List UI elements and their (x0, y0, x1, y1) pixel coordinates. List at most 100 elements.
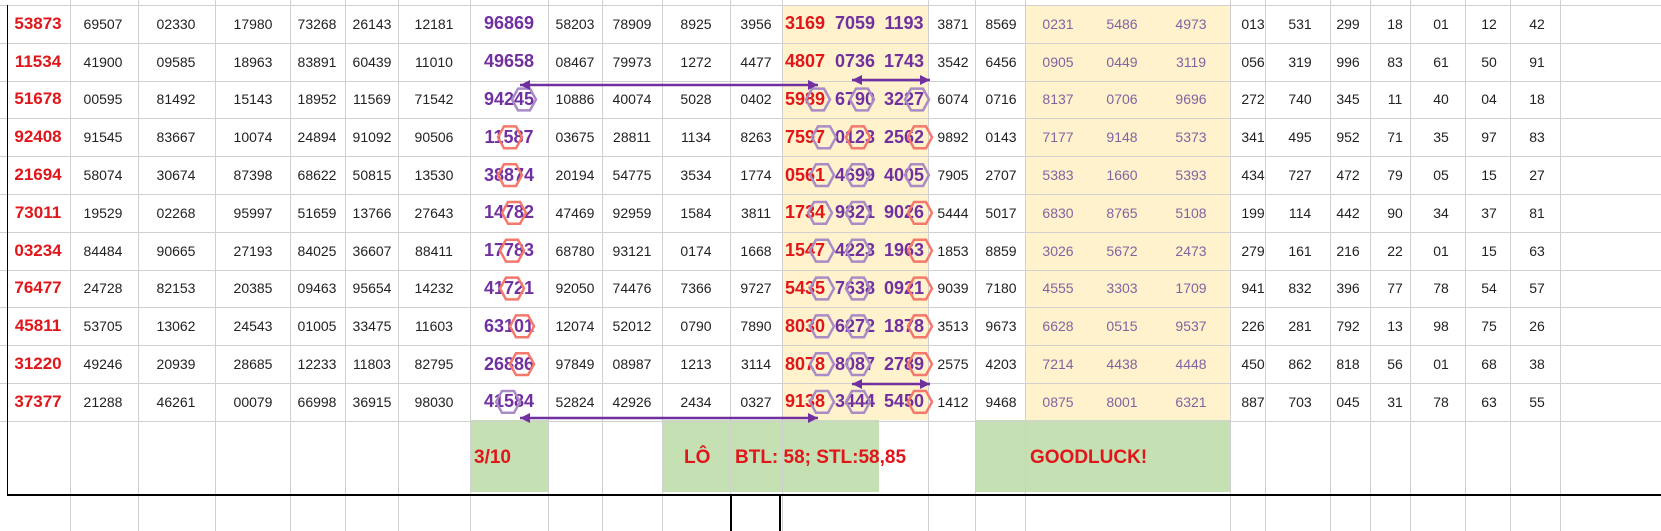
table-cell[interactable]: 38874 (474, 156, 544, 194)
table-cell[interactable]: 6830 (1023, 194, 1093, 232)
table-cell[interactable]: 49246 (68, 345, 138, 383)
table-cell[interactable]: 69507 (68, 5, 138, 43)
table-cell[interactable]: 18 (1502, 81, 1572, 119)
table-cell[interactable]: 8001 (1087, 383, 1157, 421)
table-cell[interactable]: 5486 (1087, 5, 1157, 43)
table-cell[interactable]: 24728 (68, 270, 138, 308)
table-cell[interactable]: 14782 (474, 194, 544, 232)
table-cell[interactable]: 0706 (1087, 81, 1157, 119)
table-cell[interactable]: 41584 (474, 383, 544, 421)
table-cell[interactable]: 51678 (3, 81, 73, 119)
table-cell[interactable]: 11587 (474, 118, 544, 156)
table-cell[interactable]: 58074 (68, 156, 138, 194)
table-cell[interactable]: 42 (1502, 5, 1572, 43)
selected-cell[interactable] (730, 494, 781, 531)
table-cell[interactable]: 13062 (141, 307, 211, 345)
table-cell[interactable]: 03234 (3, 232, 73, 270)
table-cell[interactable]: 95997 (218, 194, 288, 232)
table-cell[interactable]: 63 (1502, 232, 1572, 270)
table-cell[interactable]: 3026 (1023, 232, 1093, 270)
table-cell[interactable]: 98030 (399, 383, 469, 421)
table-cell[interactable]: 8137 (1023, 81, 1093, 119)
table-cell[interactable]: 15143 (218, 81, 288, 119)
table-cell[interactable]: 0905 (1023, 43, 1093, 81)
table-cell[interactable]: 36607 (337, 232, 407, 270)
table-cell[interactable]: 60439 (337, 43, 407, 81)
table-cell[interactable]: 79973 (597, 43, 667, 81)
table-cell[interactable]: 82795 (399, 345, 469, 383)
table-cell[interactable]: 73011 (3, 194, 73, 232)
table-cell[interactable]: 41900 (68, 43, 138, 81)
table-cell[interactable]: 36915 (337, 383, 407, 421)
table-cell[interactable]: 27643 (399, 194, 469, 232)
table-cell[interactable]: 30674 (141, 156, 211, 194)
table-cell[interactable]: 57 (1502, 270, 1572, 308)
table-cell[interactable]: 84484 (68, 232, 138, 270)
table-cell[interactable]: 95654 (337, 270, 407, 308)
table-cell[interactable]: 45811 (3, 307, 73, 345)
table-cell[interactable]: 41721 (474, 270, 544, 308)
table-cell[interactable]: 02330 (141, 5, 211, 43)
table-cell[interactable]: 5393 (1156, 156, 1226, 194)
table-cell[interactable]: 91 (1502, 43, 1572, 81)
table-cell[interactable]: 18963 (218, 43, 288, 81)
table-cell[interactable]: 63101 (474, 307, 544, 345)
table-cell[interactable]: 9537 (1156, 307, 1226, 345)
table-cell[interactable]: 90506 (399, 118, 469, 156)
table-cell[interactable]: 17783 (474, 232, 544, 270)
table-cell[interactable]: 50815 (337, 156, 407, 194)
table-cell[interactable]: 26886 (474, 345, 544, 383)
table-cell[interactable]: 7214 (1023, 345, 1093, 383)
table-cell[interactable]: 5108 (1156, 194, 1226, 232)
table-cell[interactable]: 83667 (141, 118, 211, 156)
table-cell[interactable]: 3119 (1156, 43, 1226, 81)
table-cell[interactable]: 10074 (218, 118, 288, 156)
table-cell[interactable]: 00595 (68, 81, 138, 119)
table-cell[interactable]: 4555 (1023, 270, 1093, 308)
table-cell[interactable]: 5383 (1023, 156, 1093, 194)
table-cell[interactable]: 3303 (1087, 270, 1157, 308)
table-cell[interactable]: 20385 (218, 270, 288, 308)
table-cell[interactable]: 5373 (1156, 118, 1226, 156)
table-cell[interactable]: 9696 (1156, 81, 1226, 119)
table-cell[interactable]: 42926 (597, 383, 667, 421)
table-cell[interactable]: 11803 (337, 345, 407, 383)
table-cell[interactable]: 82153 (141, 270, 211, 308)
table-cell[interactable]: 0231 (1023, 5, 1093, 43)
table-cell[interactable]: 55 (1502, 383, 1572, 421)
table-cell[interactable]: 27193 (218, 232, 288, 270)
table-cell[interactable]: 28811 (597, 118, 667, 156)
table-cell[interactable]: 8765 (1087, 194, 1157, 232)
table-cell[interactable]: 09585 (141, 43, 211, 81)
table-cell[interactable]: 11010 (399, 43, 469, 81)
table-cell[interactable]: 20939 (141, 345, 211, 383)
table-cell[interactable]: 46261 (141, 383, 211, 421)
table-cell[interactable]: 00079 (218, 383, 288, 421)
table-cell[interactable]: 7177 (1023, 118, 1093, 156)
table-cell[interactable]: 90665 (141, 232, 211, 270)
table-cell[interactable]: 71542 (399, 81, 469, 119)
table-cell[interactable]: 83 (1502, 118, 1572, 156)
table-cell[interactable]: 02268 (141, 194, 211, 232)
table-cell[interactable]: 78909 (597, 5, 667, 43)
table-cell[interactable]: 17980 (218, 5, 288, 43)
table-cell[interactable]: 13766 (337, 194, 407, 232)
table-cell[interactable]: 52012 (597, 307, 667, 345)
table-cell[interactable]: 0515 (1087, 307, 1157, 345)
table-cell[interactable]: 81492 (141, 81, 211, 119)
table-cell[interactable]: 81 (1502, 194, 1572, 232)
table-cell[interactable]: 26143 (337, 5, 407, 43)
table-cell[interactable]: 88411 (399, 232, 469, 270)
table-cell[interactable]: 19529 (68, 194, 138, 232)
table-cell[interactable]: 91092 (337, 118, 407, 156)
table-cell[interactable]: 40074 (597, 81, 667, 119)
table-cell[interactable]: 6628 (1023, 307, 1093, 345)
table-cell[interactable]: 1709 (1156, 270, 1226, 308)
table-cell[interactable]: 11569 (337, 81, 407, 119)
table-cell[interactable]: 11534 (3, 43, 73, 81)
table-cell[interactable]: 11603 (399, 307, 469, 345)
table-cell[interactable]: 24543 (218, 307, 288, 345)
table-cell[interactable]: 93121 (597, 232, 667, 270)
table-cell[interactable]: 38 (1502, 345, 1572, 383)
table-cell[interactable]: 0449 (1087, 43, 1157, 81)
